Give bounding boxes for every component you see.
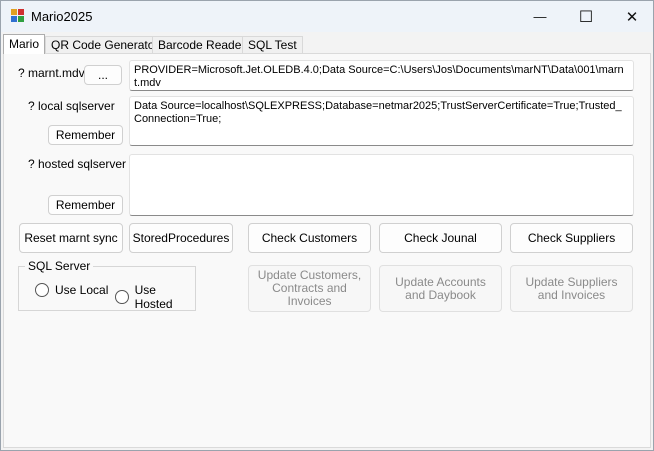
maximize-icon: ☐ — [578, 8, 594, 26]
mdv-connection-field[interactable]: PROVIDER=Microsoft.Jet.OLEDB.4.0;Data So… — [129, 60, 634, 91]
update-accounts-button[interactable]: Update Accounts and Daybook — [379, 265, 502, 312]
local-connection-field[interactable]: Data Source=localhost\SQLEXPRESS;Databas… — [129, 96, 634, 146]
remember-hosted-button[interactable]: Remember — [48, 195, 123, 215]
hosted-connection-field[interactable] — [129, 154, 634, 216]
update-suppliers-button[interactable]: Update Suppliers and Invoices — [510, 265, 633, 312]
window-title: Mario2025 — [31, 9, 93, 24]
close-button[interactable]: ✕ — [609, 1, 654, 32]
minimize-button[interactable]: — — [517, 1, 563, 32]
sql-server-group: SQL Server Use Local Use Hosted — [18, 259, 196, 311]
reset-sync-button[interactable]: Reset marnt sync — [19, 223, 123, 253]
maximize-button[interactable]: ☐ — [563, 1, 609, 32]
tab-barcode-reader[interactable]: Barcode Reader — [152, 36, 252, 54]
sql-server-group-title: SQL Server — [25, 259, 94, 273]
minimize-icon: — — [533, 9, 547, 24]
local-sqlserver-label: ? local sqlserver — [28, 99, 115, 113]
tab-mario[interactable]: Mario — [3, 34, 46, 54]
use-local-radio[interactable]: Use Local — [35, 283, 108, 297]
close-icon: ✕ — [625, 8, 639, 26]
browse-mdv-button[interactable]: ... — [84, 65, 122, 85]
check-suppliers-button[interactable]: Check Suppliers — [510, 223, 633, 253]
tab-qr-code-generator[interactable]: QR Code Generator — [45, 36, 165, 54]
hosted-sqlserver-label: ? hosted sqlserver — [28, 157, 127, 171]
app-window: Mario2025 — ☐ ✕ Mario QR Code Generator … — [0, 0, 654, 451]
update-customers-button[interactable]: Update Customers, Contracts and Invoices — [248, 265, 371, 312]
use-hosted-label: Use Hosted — [134, 283, 173, 311]
radio-circle-icon — [115, 290, 129, 304]
mdv-label: ? marnt.mdv — [18, 66, 85, 80]
tab-sql-test[interactable]: SQL Test — [242, 36, 303, 54]
app-icon — [11, 9, 25, 23]
use-local-label: Use Local — [55, 283, 109, 297]
tab-page-mario: ? marnt.mdv ... PROVIDER=Microsoft.Jet.O… — [3, 53, 651, 448]
check-customers-button[interactable]: Check Customers — [248, 223, 371, 253]
title-bar[interactable]: Mario2025 — ☐ ✕ — [1, 1, 653, 32]
remember-local-button[interactable]: Remember — [48, 125, 123, 145]
check-journal-button[interactable]: Check Jounal — [379, 223, 502, 253]
stored-procedures-button[interactable]: StoredProcedures — [129, 223, 233, 253]
use-hosted-radio[interactable]: Use Hosted — [115, 283, 195, 311]
radio-circle-icon — [35, 283, 49, 297]
